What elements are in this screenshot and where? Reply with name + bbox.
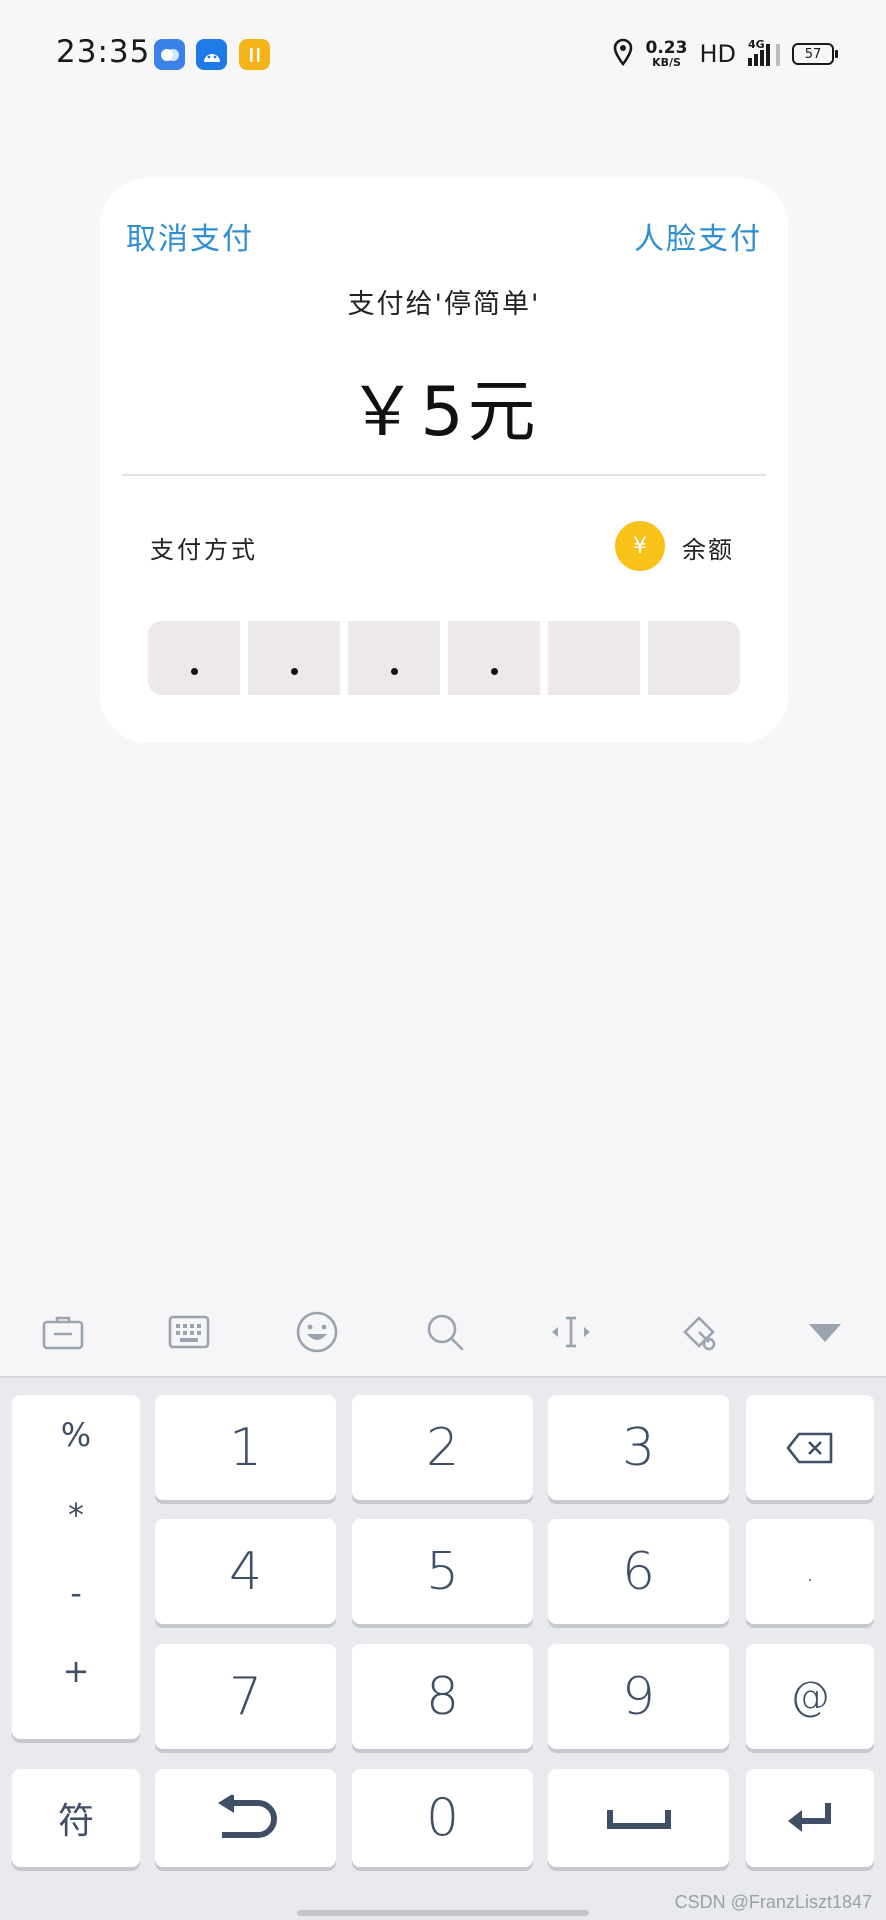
pin-dot bbox=[291, 668, 298, 675]
payee-label: 支付给'停简单' bbox=[347, 289, 541, 320]
pin-cell[interactable] bbox=[548, 621, 640, 695]
key-9[interactable]: 9 bbox=[548, 1644, 729, 1749]
space-icon bbox=[606, 1810, 671, 1829]
app-notification-icon bbox=[154, 39, 185, 70]
key-1[interactable]: 1 bbox=[155, 1395, 336, 1500]
battery-icon: 57 bbox=[792, 43, 838, 65]
symbol-key-minus[interactable]: - bbox=[12, 1574, 140, 1612]
pin-input[interactable] bbox=[148, 621, 740, 695]
key-7[interactable]: 7 bbox=[155, 1644, 336, 1749]
key-4[interactable]: 4 bbox=[155, 1519, 336, 1624]
search-icon[interactable] bbox=[423, 1310, 467, 1354]
status-bar: 23:35 0.23 KB/S HD 4G 57 bbox=[0, 0, 886, 110]
home-indicator[interactable] bbox=[297, 1910, 589, 1916]
at-key[interactable]: @ bbox=[746, 1644, 874, 1749]
collapse-keyboard-icon[interactable] bbox=[803, 1310, 847, 1354]
symbol-key-percent[interactable]: % bbox=[12, 1416, 140, 1454]
backspace-key[interactable] bbox=[746, 1395, 874, 1500]
backspace-icon bbox=[786, 1432, 833, 1463]
face-pay-button[interactable]: 人脸支付 bbox=[634, 214, 762, 258]
location-icon bbox=[612, 38, 634, 70]
payment-amount: ￥5元 bbox=[348, 373, 540, 452]
symbol-key-plus[interactable]: + bbox=[12, 1652, 140, 1690]
clipboard-icon[interactable] bbox=[677, 1310, 721, 1354]
network-speed: 0.23 KB/S bbox=[645, 38, 688, 69]
key-8[interactable]: 8 bbox=[352, 1644, 533, 1749]
key-3[interactable]: 3 bbox=[548, 1395, 729, 1500]
enter-icon bbox=[788, 1803, 831, 1832]
divider bbox=[122, 474, 766, 476]
enter-key[interactable] bbox=[746, 1769, 874, 1867]
cursor-move-icon[interactable] bbox=[549, 1310, 593, 1354]
undo-arrow-icon bbox=[217, 1795, 277, 1838]
dot-key[interactable]: . bbox=[746, 1519, 874, 1624]
pin-dot bbox=[191, 668, 198, 675]
signal-icon: 4G bbox=[748, 38, 780, 66]
food-app-icon bbox=[239, 39, 270, 70]
payment-method-label: 支付方式 bbox=[150, 536, 258, 564]
space-key[interactable] bbox=[548, 1769, 729, 1867]
status-right: 0.23 KB/S HD 4G 57 bbox=[612, 36, 838, 72]
pin-cell[interactable] bbox=[348, 621, 440, 695]
payment-method-value[interactable]: 余额 bbox=[682, 530, 734, 565]
pin-cell[interactable] bbox=[148, 621, 240, 695]
balance-coin-icon: ¥ bbox=[615, 521, 665, 571]
symbols-key[interactable]: 符 bbox=[12, 1769, 140, 1867]
key-0[interactable]: 0 bbox=[352, 1769, 533, 1867]
toolbox-icon[interactable] bbox=[41, 1310, 85, 1354]
cancel-payment-button[interactable]: 取消支付 bbox=[126, 214, 254, 258]
watermark: CSDN @FranzLiszt1847 bbox=[674, 1892, 872, 1912]
pin-dot bbox=[491, 668, 498, 675]
keyboard-toolbar bbox=[0, 1286, 886, 1378]
numeric-keyboard: % * - + 1 2 3 4 5 6 . 7 8 9 @ 符 0 bbox=[0, 1286, 886, 1920]
payment-dialog: 取消支付 人脸支付 支付给'停简单' ￥5元 支付方式 ¥ 余额 bbox=[100, 178, 788, 743]
android-icon bbox=[196, 39, 227, 70]
key-6[interactable]: 6 bbox=[548, 1519, 729, 1624]
emoji-icon[interactable] bbox=[295, 1310, 339, 1354]
status-time: 23:35 bbox=[56, 34, 151, 70]
symbol-key-asterisk[interactable]: * bbox=[12, 1496, 140, 1534]
pin-cell[interactable] bbox=[248, 621, 340, 695]
pin-cell[interactable] bbox=[648, 621, 740, 695]
pin-cell[interactable] bbox=[448, 621, 540, 695]
return-key[interactable] bbox=[155, 1769, 336, 1867]
key-5[interactable]: 5 bbox=[352, 1519, 533, 1624]
pin-dot bbox=[391, 668, 398, 675]
hd-indicator: HD bbox=[699, 40, 736, 68]
key-2[interactable]: 2 bbox=[352, 1395, 533, 1500]
keyboard-icon[interactable] bbox=[167, 1310, 211, 1354]
